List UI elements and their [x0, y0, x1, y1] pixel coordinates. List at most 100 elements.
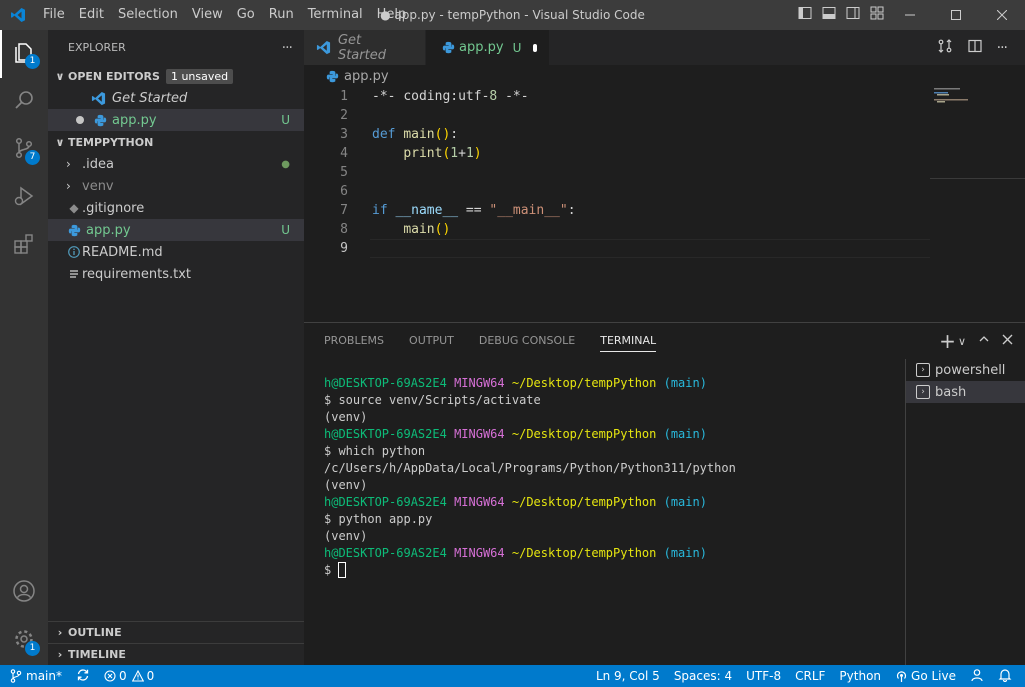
prompt-branch: (main) [663, 427, 707, 441]
search-activity[interactable] [0, 78, 48, 126]
more-actions-icon[interactable]: ··· [997, 40, 1008, 56]
extensions-activity[interactable] [0, 222, 48, 270]
chevron-down-icon: ∨ [55, 69, 65, 83]
close-window-icon[interactable] [979, 0, 1025, 30]
tab-get-started[interactable]: Get Started [304, 30, 426, 65]
problems-status[interactable]: 0 0 [97, 665, 161, 687]
more-actions-button[interactable]: ··· [282, 40, 293, 56]
customize-layout-icon[interactable] [869, 5, 885, 25]
window-controls [887, 0, 1025, 30]
close-panel-icon[interactable] [1002, 334, 1013, 349]
chevron-right-icon: › [57, 648, 63, 661]
minimize-icon[interactable] [887, 0, 933, 30]
terminal-item-powershell[interactable]: › powershell [906, 359, 1025, 381]
notifications-status[interactable] [991, 665, 1019, 687]
accounts-activity[interactable] [0, 569, 48, 617]
open-editor-label: Get Started [112, 90, 188, 106]
line-number: 6 [340, 184, 348, 199]
terminal-list: › powershell › bash [905, 359, 1025, 665]
prompt-env: MINGW64 [454, 376, 505, 390]
current-line-highlight [370, 239, 930, 258]
vscode-icon [90, 90, 106, 106]
menu-view[interactable]: View [185, 0, 230, 30]
prompt-path: ~/Desktop/tempPython [511, 427, 657, 441]
chevron-down-icon[interactable]: ∨ [958, 335, 966, 348]
code-line: -*- coding:utf-8 -*- [372, 89, 529, 104]
minimap[interactable] [930, 87, 1025, 322]
maximize-icon[interactable] [933, 0, 979, 30]
terminal-item-bash[interactable]: › bash [906, 381, 1025, 403]
modified-dot-icon: ● [281, 158, 290, 170]
tab-app-py[interactable]: app.py U [426, 30, 550, 65]
minimap-slider[interactable] [930, 87, 1025, 179]
menu-edit[interactable]: Edit [72, 0, 111, 30]
chevron-right-icon: › [57, 626, 63, 639]
toggle-panel-icon[interactable] [821, 5, 837, 25]
unsaved-badge: 1 unsaved [165, 68, 234, 84]
menu-run[interactable]: Run [262, 0, 301, 30]
prompt-env: MINGW64 [454, 546, 505, 560]
new-terminal-icon[interactable]: + [939, 331, 956, 351]
breadcrumb[interactable]: app.py [304, 65, 1025, 87]
tree-item-idea[interactable]: › .idea ● [48, 153, 304, 175]
language-status[interactable]: Python [832, 665, 888, 687]
menu-go[interactable]: Go [230, 0, 262, 30]
encoding-status[interactable]: UTF-8 [739, 665, 788, 687]
sync-button[interactable] [69, 665, 97, 687]
tree-item-readme[interactable]: README.md [48, 241, 304, 263]
search-icon [12, 88, 36, 116]
outline-section[interactable]: › OUTLINE [48, 621, 304, 643]
terminal-input-line[interactable]: $ [324, 562, 894, 579]
tab-output[interactable]: OUTPUT [409, 323, 454, 359]
tree-item-label: .idea [82, 156, 114, 172]
bottom-sections: › OUTLINE › TIMELINE [48, 621, 304, 665]
tree-item-venv[interactable]: › venv [48, 175, 304, 197]
terminal-output[interactable]: h@DESKTOP-69AS2E4 MINGW64 ~/Desktop/temp… [324, 375, 894, 579]
maximize-panel-icon[interactable] [978, 333, 990, 349]
line-number: 8 [340, 222, 348, 237]
line-number: 3 [340, 127, 348, 142]
open-editors-section[interactable]: ∨ OPEN EDITORS 1 unsaved [48, 65, 304, 87]
menu-selection[interactable]: Selection [111, 0, 185, 30]
terminal-prompt: h@DESKTOP-69AS2E4 MINGW64 ~/Desktop/temp… [324, 375, 894, 392]
manage-activity[interactable]: 1 [0, 617, 48, 665]
toggle-secondary-sidebar-icon[interactable] [845, 5, 861, 25]
split-editor-icon[interactable] [967, 38, 983, 58]
source-control-activity[interactable]: 7 [0, 126, 48, 174]
cursor-position[interactable]: Ln 9, Col 5 [589, 665, 667, 687]
sync-icon [76, 668, 90, 685]
folder-section[interactable]: ∨ TEMPPYTHON [48, 131, 304, 153]
code-editor[interactable]: 1 2 3 4 5 6 7 8 9 -*- coding:utf-8 -*- d… [304, 87, 1025, 322]
compare-changes-icon[interactable] [937, 38, 953, 58]
accounts-status[interactable] [963, 665, 991, 687]
terminal-line: $ python app.py [324, 512, 433, 526]
indentation-status[interactable]: Spaces: 4 [667, 665, 739, 687]
menu-help[interactable]: Help [370, 0, 414, 30]
unsaved-dot-icon[interactable] [533, 43, 537, 52]
run-debug-activity[interactable] [0, 174, 48, 222]
tab-problems[interactable]: PROBLEMS [324, 323, 384, 359]
terminal-icon: › [916, 385, 930, 399]
tab-label: app.py [459, 40, 504, 55]
terminal-line: $ which python [324, 444, 426, 458]
menu-file[interactable]: File [36, 0, 72, 30]
tree-item-app-py[interactable]: app.py U [48, 219, 304, 241]
tree-item-gitignore[interactable]: ◆ .gitignore [48, 197, 304, 219]
eol-status[interactable]: CRLF [788, 665, 832, 687]
tree-item-requirements[interactable]: requirements.txt [48, 263, 304, 285]
vscode-icon [316, 40, 332, 56]
timeline-section[interactable]: › TIMELINE [48, 643, 304, 665]
explorer-activity[interactable]: 1 [0, 30, 48, 78]
menu-terminal[interactable]: Terminal [301, 0, 370, 30]
toggle-primary-sidebar-icon[interactable] [797, 5, 813, 25]
branch-status[interactable]: main* [0, 665, 69, 687]
open-editor-item[interactable]: app.py U [48, 109, 304, 131]
bottom-panel: PROBLEMS OUTPUT DEBUG CONSOLE TERMINAL +… [304, 322, 1025, 665]
tab-label: Get Started [337, 32, 386, 63]
tab-terminal[interactable]: TERMINAL [600, 323, 656, 359]
open-editor-item[interactable]: Get Started [48, 87, 304, 109]
prompt-branch: (main) [663, 376, 707, 390]
go-live-button[interactable]: Go Live [888, 665, 963, 687]
line-number: 1 [340, 89, 348, 104]
tab-debug-console[interactable]: DEBUG CONSOLE [479, 323, 575, 359]
